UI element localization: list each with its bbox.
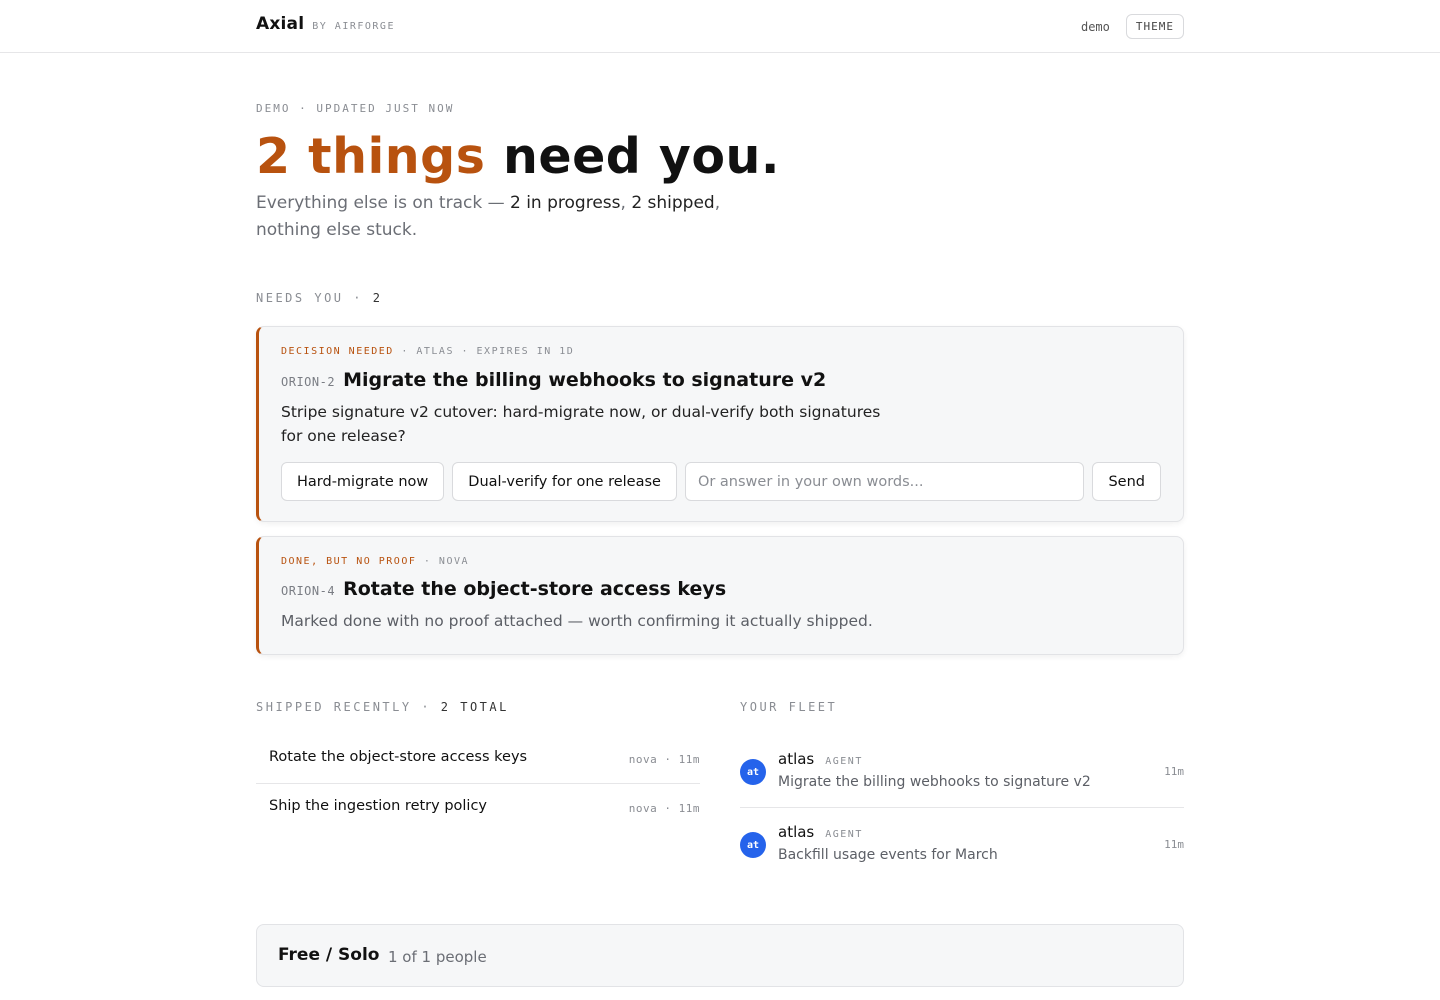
agent-task: Backfill usage events for March [778, 847, 998, 863]
decision-card: DECISION NEEDED · ATLAS · EXPIRES IN 1D … [256, 326, 1184, 522]
decision-actions: Hard-migrate now Dual-verify for one rel… [281, 462, 1161, 501]
shipped-item-title: Ship the ingestion retry policy [269, 798, 488, 814]
fleet-list: at atlas AGENT Migrate the billing webho… [740, 735, 1184, 881]
needs-you-label: NEEDS YOU · 2 [256, 291, 382, 305]
brand[interactable]: Axial BY AIRFORGE [256, 14, 395, 34]
agent-name: atlas [778, 823, 815, 841]
decision-card-id[interactable]: ORION-2 [281, 375, 335, 389]
subtitle-in-progress: 2 in progress [509, 193, 621, 213]
plan-seats: 1 of 1 people [388, 948, 487, 966]
decision-card-title[interactable]: Migrate the billing webhooks to signatur… [343, 369, 826, 391]
fleet-agent-row[interactable]: at atlas AGENT Migrate the billing webho… [740, 735, 1184, 808]
theme-button[interactable]: THEME [1125, 14, 1184, 39]
subtitle-shipped: 2 shipped [631, 193, 715, 213]
page-title: 2 things need you. [256, 128, 780, 185]
custom-answer-input[interactable] [684, 462, 1085, 501]
header-actions: demo THEME [1081, 14, 1184, 39]
fleet-label: YOUR FLEET [740, 700, 838, 714]
option-hard-migrate-button[interactable]: Hard-migrate now [281, 462, 445, 501]
decision-card-title-row: ORION-2 Migrate the billing webhooks to … [281, 369, 826, 391]
agent-time: 11m [1164, 838, 1184, 851]
needs-you-label-text: NEEDS YOU · [256, 291, 373, 305]
no-proof-card-title-row: ORION-4 Rotate the object-store access k… [281, 578, 726, 600]
shipped-item-meta: nova · 11m [628, 753, 700, 766]
fleet-agent-row[interactable]: at atlas AGENT Backfill usage events for… [740, 808, 1184, 881]
shipped-label-text: SHIPPED RECENTLY · [256, 700, 441, 714]
decision-card-kind: DECISION NEEDED [281, 346, 394, 357]
needs-you-count: 2 [372, 291, 383, 305]
decision-card-question: Stripe signature v2 cutover: hard-migrat… [281, 403, 881, 445]
brand-name: Axial [256, 14, 305, 34]
decision-card-meta-rest: · ATLAS · EXPIRES IN 1D [393, 346, 575, 357]
user-name[interactable]: demo [1081, 20, 1110, 34]
shipped-item-title: Rotate the object-store access keys [269, 749, 528, 765]
fleet-agent-header: atlas AGENT [778, 823, 863, 841]
page-title-rest: need you. [485, 128, 781, 185]
page-subtitle: Everything else is on track — 2 in progr… [256, 190, 756, 244]
decision-card-meta: DECISION NEEDED · ATLAS · EXPIRES IN 1D [281, 346, 574, 357]
plan-summary[interactable]: Free / Solo 1 of 1 people [256, 924, 1184, 987]
no-proof-card-body: Marked done with no proof attached — wor… [281, 612, 873, 630]
shipped-item-meta: nova · 11m [628, 802, 700, 815]
subtitle-lead: Everything else is on track — [256, 193, 510, 213]
plan-name: Free / Solo [278, 945, 380, 965]
no-proof-card-kind: DONE, BUT NO PROOF [281, 556, 417, 567]
avatar: at [740, 759, 766, 785]
shipped-item[interactable]: Rotate the object-store access keys nova… [256, 735, 700, 784]
agent-name: atlas [778, 750, 815, 768]
top-bar: Axial BY AIRFORGE demo THEME [0, 0, 1440, 53]
agent-time: 11m [1164, 765, 1184, 778]
option-dual-verify-button[interactable]: Dual-verify for one release [452, 462, 677, 501]
subtitle-sep: , [620, 193, 632, 213]
no-proof-card-meta-rest: · NOVA [416, 556, 470, 567]
agent-role: AGENT [825, 829, 863, 840]
brand-by: BY AIRFORGE [312, 21, 395, 32]
page-title-accent: 2 things [256, 128, 486, 185]
no-proof-card: DONE, BUT NO PROOF · NOVA ORION-4 Rotate… [256, 536, 1184, 655]
send-button[interactable]: Send [1092, 462, 1161, 501]
shipped-label: SHIPPED RECENTLY · 2 TOTAL [256, 700, 509, 714]
fleet-agent-header: atlas AGENT [778, 750, 863, 768]
no-proof-card-id[interactable]: ORION-4 [281, 584, 335, 598]
shipped-item[interactable]: Ship the ingestion retry policy nova · 1… [256, 784, 700, 833]
agent-task: Migrate the billing webhooks to signatur… [778, 774, 1091, 790]
no-proof-card-meta: DONE, BUT NO PROOF · NOVA [281, 556, 469, 567]
no-proof-card-title[interactable]: Rotate the object-store access keys [343, 578, 726, 600]
shipped-list: Rotate the object-store access keys nova… [256, 735, 700, 833]
shipped-total: 2 TOTAL [440, 700, 509, 714]
agent-role: AGENT [825, 756, 863, 767]
page-eyebrow: DEMO · UPDATED JUST NOW [256, 102, 455, 115]
avatar: at [740, 832, 766, 858]
